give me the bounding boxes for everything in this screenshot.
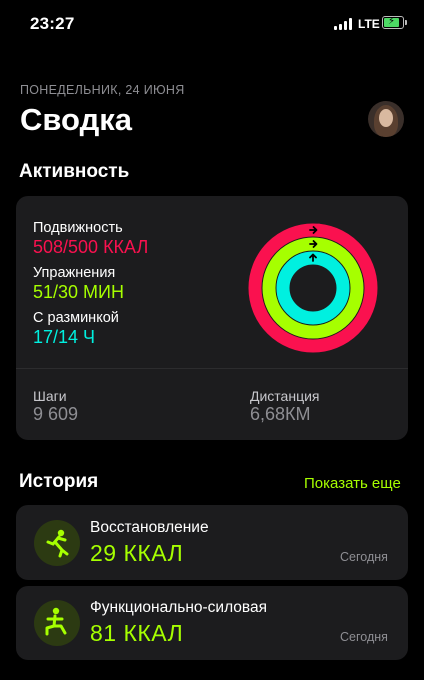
steps-label: Шаги <box>33 388 67 404</box>
signal-icon <box>334 18 354 30</box>
workout-calories: 81 ККАЛ <box>90 620 184 646</box>
move-label: Подвижность <box>33 220 123 236</box>
move-value: 508/500 ККАЛ <box>33 237 149 257</box>
workout-calories: 29 ККАЛ <box>90 540 184 566</box>
steps-value: 9 609 <box>33 404 79 424</box>
stand-ring <box>276 251 350 325</box>
workout-title: Функционально-силовая <box>90 599 267 616</box>
stand-label: С разминкой <box>33 310 119 326</box>
battery-icon: ⚡ <box>382 16 407 29</box>
history-section-title: История <box>19 471 99 492</box>
exercise-label: Упражнения <box>33 265 116 281</box>
activity-section-title: Активность <box>19 161 130 182</box>
strength-figure-icon <box>34 600 80 646</box>
card-divider <box>16 368 408 369</box>
stand-ring-overlap <box>335 274 349 288</box>
page-title: Сводка <box>20 102 132 137</box>
distance-value: 6,68КМ <box>250 404 311 424</box>
exercise-ring-overlap <box>264 295 278 309</box>
distance-label: Дистанция <box>250 388 320 404</box>
stretching-figure-icon <box>34 520 80 566</box>
date-label: ПОНЕДЕЛЬНИК, 24 ИЮНЯ <box>20 83 185 97</box>
network-type: LTE <box>358 17 380 31</box>
workout-date: Сегодня <box>340 630 388 644</box>
activity-rings[interactable] <box>248 214 378 362</box>
show-more-link[interactable]: Показать еще <box>304 475 401 492</box>
workout-date: Сегодня <box>340 550 388 564</box>
stand-value: 17/14 Ч <box>33 327 96 347</box>
exercise-value: 51/30 МИН <box>33 282 124 302</box>
avatar[interactable] <box>368 101 404 137</box>
workout-title: Восстановление <box>90 519 209 536</box>
status-time: 23:27 <box>30 14 75 33</box>
